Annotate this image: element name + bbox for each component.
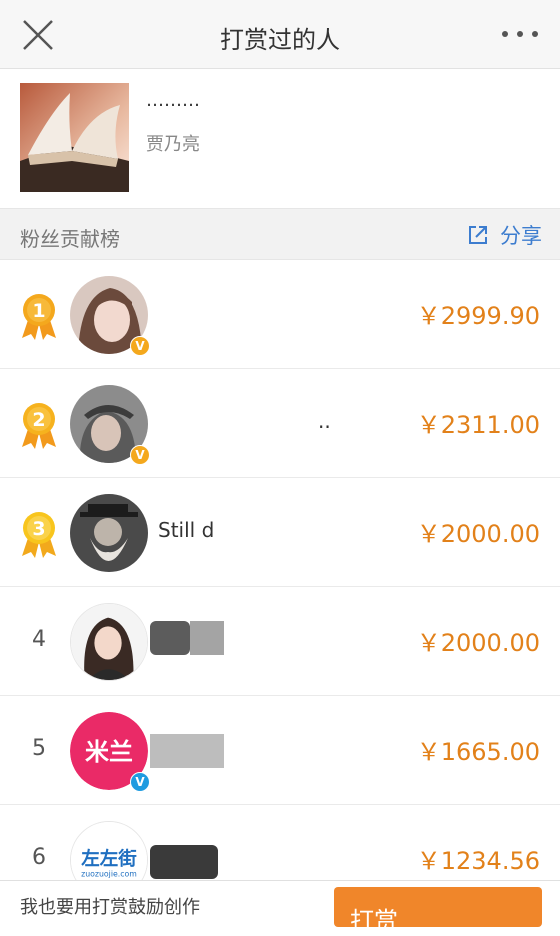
blurred-name bbox=[150, 621, 224, 655]
ranking-row[interactable]: 2 V .. ￥2311.00 bbox=[0, 369, 560, 478]
article-thumbnail bbox=[20, 83, 129, 192]
fan-name: Still d bbox=[158, 518, 215, 542]
share-icon bbox=[469, 226, 487, 244]
reward-amount: ￥1665.00 bbox=[416, 738, 540, 766]
ranking-row[interactable]: 1 V ￥2999.90 bbox=[0, 260, 560, 369]
avatar bbox=[70, 494, 148, 572]
rank-number: 5 bbox=[32, 736, 46, 761]
page-title: 打赏过的人 bbox=[220, 26, 340, 54]
more-options-icon[interactable] bbox=[500, 26, 540, 42]
svg-text:zuozuojie.com: zuozuojie.com bbox=[81, 870, 137, 879]
reward-hint-text: 我也要用打赏鼓励创作 bbox=[20, 897, 200, 918]
avatar bbox=[70, 603, 148, 681]
section-title: 粉丝贡献榜 bbox=[20, 227, 120, 251]
reward-amount: ￥2000.00 bbox=[416, 520, 540, 548]
reward-button[interactable]: 打赏 bbox=[334, 887, 542, 935]
bottom-reward-bar: 我也要用打赏鼓励创作 打赏 bbox=[0, 880, 560, 935]
verified-badge-icon: V bbox=[130, 336, 150, 356]
verified-badge-icon: V bbox=[130, 772, 150, 792]
article-author: 贾乃亮 bbox=[146, 134, 200, 155]
ranking-row[interactable]: 3 Still d ￥2000.00 bbox=[0, 478, 560, 587]
verified-badge-icon: V bbox=[130, 445, 150, 465]
reward-amount: ￥2999.90 bbox=[416, 302, 540, 330]
svg-text:左左街: 左左街 bbox=[80, 848, 137, 870]
top-nav-bar: 打赏过的人 bbox=[0, 0, 560, 69]
article-card[interactable]: ……… 贾乃亮 bbox=[0, 70, 560, 208]
ranking-row[interactable]: 5 米兰 V ￥1665.00 bbox=[0, 696, 560, 805]
gold-medal-icon: 1 bbox=[22, 294, 56, 340]
share-label: 分享 bbox=[500, 224, 542, 248]
article-title: ……… bbox=[146, 90, 200, 111]
fan-ranking-header: 粉丝贡献榜 分享 bbox=[0, 208, 560, 260]
svg-text:1: 1 bbox=[32, 300, 45, 322]
blurred-name bbox=[150, 845, 218, 879]
bronze-medal-icon: 3 bbox=[22, 512, 56, 558]
svg-text:3: 3 bbox=[32, 518, 45, 540]
svg-text:2: 2 bbox=[32, 409, 45, 431]
fan-name: .. bbox=[318, 409, 331, 433]
reward-amount: ￥2311.00 bbox=[416, 411, 540, 439]
share-button[interactable]: 分享 bbox=[466, 221, 542, 249]
reward-button-label: 打赏 bbox=[350, 907, 398, 935]
silver-medal-icon: 2 bbox=[22, 403, 56, 449]
svg-text:米兰: 米兰 bbox=[85, 738, 133, 766]
ranking-row[interactable]: 4 ￥2000.00 bbox=[0, 587, 560, 696]
rank-number: 6 bbox=[32, 845, 46, 870]
blurred-name bbox=[150, 734, 224, 768]
reward-amount: ￥1234.56 bbox=[416, 847, 540, 875]
reward-amount: ￥2000.00 bbox=[416, 629, 540, 657]
rank-number: 4 bbox=[32, 627, 46, 652]
